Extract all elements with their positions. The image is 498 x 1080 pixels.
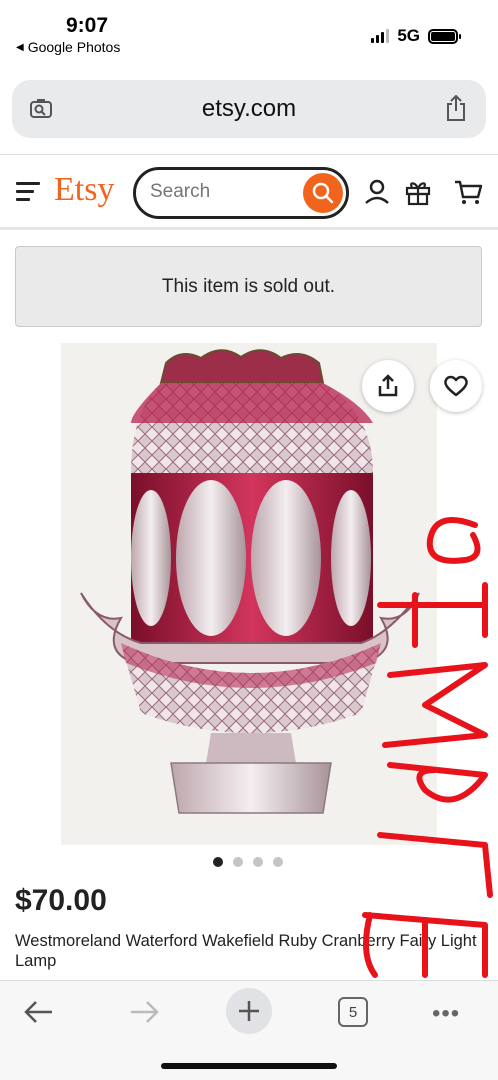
address-bar[interactable]: etsy.com	[12, 80, 486, 138]
more-menu-icon[interactable]: •••	[432, 1000, 460, 1028]
share-icon[interactable]	[444, 94, 468, 122]
heart-icon	[444, 375, 468, 397]
product-price: $70.00	[15, 884, 107, 917]
carousel-dot[interactable]	[233, 857, 243, 867]
battery-icon	[428, 28, 461, 44]
product-image[interactable]	[61, 343, 437, 845]
tabs-button[interactable]: 5	[338, 997, 368, 1027]
back-arrow-icon[interactable]	[22, 997, 56, 1027]
home-indicator[interactable]	[161, 1063, 337, 1069]
image-share-button[interactable]	[362, 360, 414, 412]
image-carousel-dots[interactable]	[213, 857, 283, 867]
forward-arrow-icon[interactable]	[127, 997, 161, 1027]
carousel-dot[interactable]	[213, 857, 223, 867]
plus-icon	[239, 1001, 259, 1021]
search-box[interactable]	[133, 167, 349, 219]
menu-icon[interactable]	[16, 182, 40, 206]
back-triangle-icon: ◀	[16, 41, 24, 53]
back-app-label: Google Photos	[27, 39, 121, 55]
back-to-app-link[interactable]: ◀ Google Photos	[16, 39, 120, 55]
signal-icon	[371, 29, 390, 43]
new-tab-button[interactable]	[226, 988, 272, 1034]
etsy-logo[interactable]: Etsy	[54, 171, 114, 209]
search-input[interactable]	[150, 181, 290, 203]
cart-icon[interactable]	[453, 177, 483, 207]
site-header: Etsy	[0, 154, 498, 230]
status-time: 9:07	[66, 14, 109, 37]
user-icon[interactable]	[362, 177, 392, 207]
status-bar: 9:07 ◀ Google Photos 5G	[0, 0, 498, 62]
gift-icon[interactable]	[403, 177, 433, 207]
network-type: 5G	[397, 26, 420, 45]
share-icon	[378, 374, 398, 397]
search-button[interactable]	[303, 173, 343, 213]
url-text[interactable]: etsy.com	[12, 95, 486, 123]
lamp-illustration	[80, 349, 420, 814]
carousel-dot[interactable]	[273, 857, 283, 867]
search-icon	[312, 182, 334, 204]
favorite-button[interactable]	[430, 360, 482, 412]
sold-out-banner: This item is sold out.	[15, 246, 482, 327]
carousel-dot[interactable]	[253, 857, 263, 867]
status-indicators: 5G	[371, 26, 461, 46]
product-title: Westmoreland Waterford Wakefield Ruby Cr…	[15, 932, 477, 970]
